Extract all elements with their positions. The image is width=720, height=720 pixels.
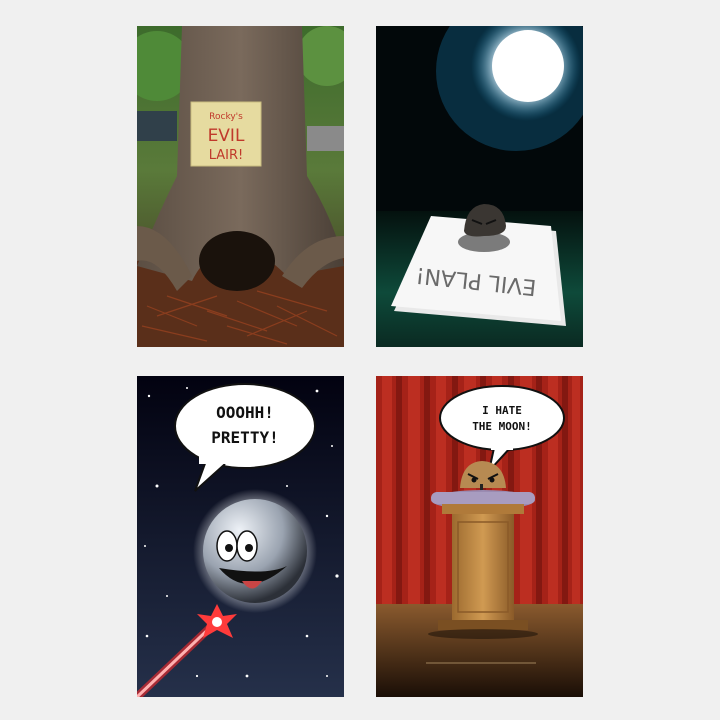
panel-moon: OOOHH! PRETTY! [137, 376, 344, 697]
sign-line-1: Rocky's [209, 112, 243, 122]
podium-bubble-line-2: THE MOON! [472, 420, 532, 433]
panel-evil-plan: EVIL PLAN! [376, 26, 583, 347]
moon-bubble-line-1: OOOHH! [216, 403, 274, 422]
moon-illustration: OOOHH! PRETTY! [137, 376, 344, 697]
podium [452, 514, 514, 620]
podium-illustration: I HATE THE MOON! [376, 376, 583, 697]
panel-tree-lair: Rocky's EVIL LAIR! [137, 26, 344, 347]
podium-bubble-line-1: I HATE [482, 404, 522, 417]
panel-podium: I HATE THE MOON! [376, 376, 583, 697]
tree-lair-illustration: Rocky's EVIL LAIR! [137, 26, 344, 347]
sign-line-2: EVIL [208, 126, 245, 146]
evil-lair-sign: Rocky's EVIL LAIR! [190, 101, 262, 167]
moon-bubble-line-2: PRETTY! [211, 428, 278, 447]
evil-plan-illustration: EVIL PLAN! [376, 26, 583, 347]
sign-line-3: LAIR! [209, 148, 244, 163]
